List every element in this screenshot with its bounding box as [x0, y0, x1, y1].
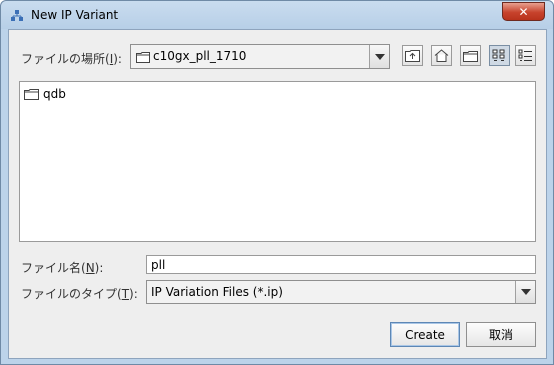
file-name-field[interactable]	[146, 255, 536, 274]
look-in-combo[interactable]: c10gx_pll_1710	[130, 44, 390, 69]
list-view-icon	[492, 49, 505, 61]
window-title: New IP Variant	[31, 8, 119, 22]
close-button[interactable]: ✕	[502, 2, 545, 21]
dialog-window: New IP Variant ✕ ファイルの場所(I): c10gx_pll_1…	[0, 0, 554, 365]
file-list[interactable]: qdb	[19, 81, 536, 242]
new-folder-button[interactable]	[460, 45, 481, 66]
up-one-level-icon	[405, 50, 420, 62]
create-button[interactable]: Create	[390, 322, 460, 347]
look-in-value: c10gx_pll_1710	[153, 49, 247, 63]
chevron-down-icon	[520, 289, 531, 295]
file-type-value: IP Variation Files (*.ip)	[151, 285, 283, 299]
close-icon: ✕	[518, 4, 529, 19]
list-item[interactable]: qdb	[24, 87, 66, 101]
java-app-icon	[11, 10, 23, 21]
home-button[interactable]	[431, 45, 452, 66]
file-name-label: ファイル名(N):	[21, 261, 104, 275]
new-folder-icon	[463, 51, 478, 62]
file-type-combo[interactable]: IP Variation Files (*.ip)	[146, 280, 536, 304]
dialog-content: ファイルの場所(I): c10gx_pll_1710 qdb ファイル名(N):…	[8, 29, 547, 359]
file-type-label: ファイルのタイプ(T):	[21, 287, 138, 301]
look-in-label: ファイルの場所(I):	[21, 52, 122, 66]
details-view-icon	[518, 49, 532, 61]
look-in-dropdown-button[interactable]	[369, 45, 389, 68]
file-type-dropdown-button[interactable]	[515, 281, 535, 303]
folder-icon	[24, 89, 39, 100]
file-name-input[interactable]	[147, 256, 535, 273]
cancel-button[interactable]: 取消	[466, 322, 536, 347]
file-name: qdb	[43, 87, 66, 101]
folder-icon	[136, 52, 150, 63]
title-bar[interactable]: New IP Variant ✕	[1, 1, 553, 29]
home-icon	[434, 49, 449, 62]
up-one-level-button[interactable]	[402, 45, 423, 66]
details-view-button[interactable]	[515, 45, 536, 66]
chevron-down-icon	[374, 53, 385, 60]
list-view-button[interactable]	[489, 45, 510, 66]
